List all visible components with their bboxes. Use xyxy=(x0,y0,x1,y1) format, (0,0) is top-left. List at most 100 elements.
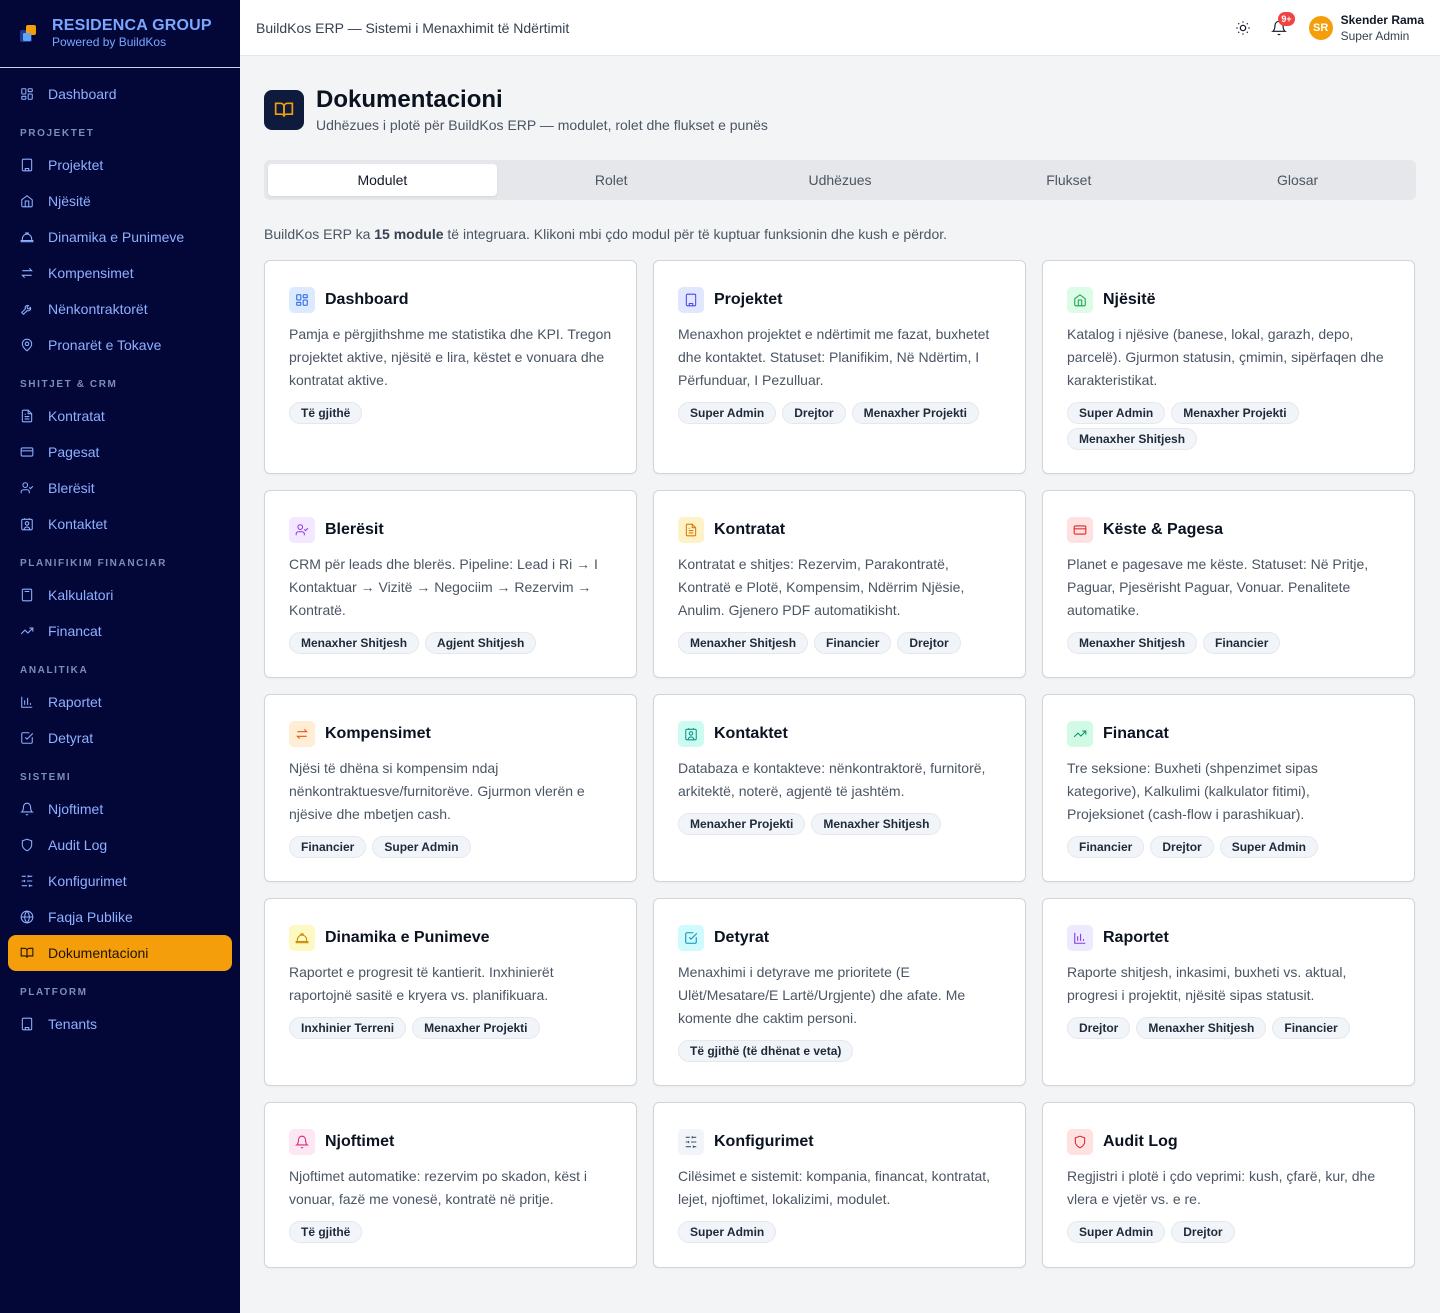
module-card-kontratat[interactable]: Kontratat Kontratat e shitjes: Rezervim, … xyxy=(653,490,1026,678)
theme-toggle-button[interactable] xyxy=(1225,10,1261,46)
role-chips: Menaxher Shitjesh Agjent Shitjesh xyxy=(289,632,612,654)
module-description: Menaxhon projektet e ndërtimit me fazat,… xyxy=(678,326,990,388)
sidebar-item-njoftimet[interactable]: Njoftimet xyxy=(0,791,232,827)
brand-logo-icon xyxy=(20,24,38,43)
sidebar-item-label: Projektet xyxy=(48,157,104,173)
sidebar-item-bleresit[interactable]: Blerësit xyxy=(0,470,232,506)
role-chip: Menaxher Projekti xyxy=(851,402,979,424)
sidebar-item-pagesat[interactable]: Pagesat xyxy=(0,434,232,470)
tab-bar: Modulet Rolet Udhëzues Flukset Glosar xyxy=(264,160,1416,200)
role-chip: Menaxher Projekti xyxy=(412,1017,540,1039)
role-chip: Të gjithë (të dhënat e veta) xyxy=(678,1040,854,1062)
role-chip: Menaxher Shitjesh xyxy=(678,632,809,654)
role-chips: Drejtor Menaxher Shitjesh Financier xyxy=(1067,1017,1390,1039)
module-card-keste-pagesa[interactable]: Këste & Pagesa Planet e pagesave me këste… xyxy=(1042,490,1415,678)
role-chip: Super Admin xyxy=(1219,836,1318,858)
sidebar-item-dinamika-e-punimeve[interactable]: Dinamika e Punimeve xyxy=(0,219,232,255)
user-check-icon xyxy=(289,517,315,543)
shield-icon xyxy=(1067,1129,1093,1155)
module-card-raportet[interactable]: Raportet Raporte shitjesh, inkasimi, buxh… xyxy=(1042,898,1415,1086)
module-card-njoftimet[interactable]: Njoftimet Njoftimet automatike: rezervim … xyxy=(264,1102,637,1268)
page-title: Dokumentacioni xyxy=(316,86,503,113)
role-chip: Super Admin xyxy=(372,836,471,858)
role-chip: Drejtor xyxy=(1150,836,1214,858)
role-chip: Menaxher Shitjesh xyxy=(1067,632,1198,654)
brand-subtitle: Powered by BuildKos xyxy=(52,35,167,49)
shield-icon xyxy=(20,838,34,852)
tab-modulet[interactable]: Modulet xyxy=(268,164,497,196)
sidebar-item-faqja-publike[interactable]: Faqja Publike xyxy=(0,899,232,935)
sidebar-item-njesite[interactable]: Njësitë xyxy=(0,183,232,219)
sidebar-item-audit-log[interactable]: Audit Log xyxy=(0,827,232,863)
tab-glosar[interactable]: Glosar xyxy=(1183,164,1412,196)
role-chips: Menaxher Projekti Menaxher Shitjesh xyxy=(678,813,1001,835)
module-card-kontaktet[interactable]: Kontaktet Databaza e kontakteve: nënkontr… xyxy=(653,694,1026,882)
modules-intro: BuildKos ERP ka 15 module të integruara.… xyxy=(264,226,1416,242)
module-description: Cilësimet e sistemit: kompania, financat… xyxy=(678,1168,991,1207)
book-icon xyxy=(264,90,304,130)
notifications-button[interactable]: 9+ xyxy=(1261,10,1297,46)
module-title: Kontaktet xyxy=(714,725,788,742)
module-card-kompensimet[interactable]: Kompensimet Njësi të dhëna si kompensim n… xyxy=(264,694,637,882)
module-card-audit-log[interactable]: Audit Log Regjistri i plotë i çdo veprimi… xyxy=(1042,1102,1415,1268)
module-card-projektet[interactable]: Projektet Menaxhon projektet e ndërtimit … xyxy=(653,260,1026,474)
user-menu[interactable]: Skender Rama Super Admin xyxy=(1341,12,1424,44)
role-chip: Menaxher Shitjesh xyxy=(289,632,420,654)
module-description: Planet e pagesave me këste. Statuset: Në… xyxy=(1067,556,1369,618)
sidebar-item-kompensimet[interactable]: Kompensimet xyxy=(0,255,232,291)
module-title: Audit Log xyxy=(1103,1133,1178,1150)
map-pin-icon xyxy=(20,338,34,352)
sidebar-item-kontaktet[interactable]: Kontaktet xyxy=(0,506,232,542)
sidebar-item-nenkontraktoret[interactable]: Nënkontraktorët xyxy=(0,291,232,327)
sidebar-item-label: Njoftimet xyxy=(48,801,104,817)
module-title: Njoftimet xyxy=(325,1133,395,1150)
role-chip: Agjent Shitjesh xyxy=(425,632,537,654)
sidebar-item-dokumentacioni[interactable]: Dokumentacioni xyxy=(8,935,232,971)
module-title: Detyrat xyxy=(714,929,770,946)
sidebar-item-label: Faqja Publike xyxy=(48,909,133,925)
top-header: BuildKos ERP — Sistemi i Menaxhimit të N… xyxy=(240,0,1440,56)
sidebar-section-title: SISTEMI xyxy=(20,772,72,783)
module-card-dashboard[interactable]: Dashboard Pamja e përgjithshme me statist… xyxy=(264,260,637,474)
module-title: Kontratat xyxy=(714,521,786,538)
sidebar-item-kalkulatori[interactable]: Kalkulatori xyxy=(0,577,232,613)
role-chip: Super Admin xyxy=(1067,402,1166,424)
credit-card-icon xyxy=(20,445,34,459)
sidebar-item-label: Raportet xyxy=(48,694,102,710)
sidebar-item-dashboard[interactable]: Dashboard xyxy=(0,76,232,112)
role-chip: Financier xyxy=(1067,836,1145,858)
sidebar-item-kontratat[interactable]: Kontratat xyxy=(0,398,232,434)
sidebar-item-label: Pagesat xyxy=(48,444,100,460)
avatar[interactable]: SR xyxy=(1308,15,1333,40)
module-card-detyrat[interactable]: Detyrat Menaxhimi i detyrave me prioritet… xyxy=(653,898,1026,1086)
module-description: Raporte shitjesh, inkasimi, buxheti vs. … xyxy=(1067,964,1347,1003)
module-card-njesite[interactable]: Njësitë Katalog i njësive (banese, lokal,… xyxy=(1042,260,1415,474)
sidebar-item-detyrat[interactable]: Detyrat xyxy=(0,720,232,756)
sidebar-item-projektet[interactable]: Projektet xyxy=(0,147,232,183)
sidebar-item-konfigurimet[interactable]: Konfigurimet xyxy=(0,863,232,899)
brand[interactable]: RESIDENCA GROUP Powered by BuildKos xyxy=(0,0,240,68)
tab-rolet[interactable]: Rolet xyxy=(497,164,726,196)
module-description: Kontratat e shitjes: Rezervim, Parakontr… xyxy=(678,556,965,618)
module-card-konfigurimet[interactable]: Konfigurimet Cilësimet e sistemit: kompan… xyxy=(653,1102,1026,1268)
module-description: CRM për leads dhe blerës. Pipeline: Lead… xyxy=(289,556,598,618)
building-icon xyxy=(20,1017,34,1031)
sidebar-item-label: Kompensimet xyxy=(48,265,134,281)
sidebar-section-title: ANALITIKA xyxy=(20,665,89,676)
role-chips: Menaxher Shitjesh Financier Drejtor xyxy=(678,632,1001,654)
module-card-bleresit[interactable]: Blerësit CRM për leads dhe blerës. Pipeli… xyxy=(264,490,637,678)
contact-icon xyxy=(20,517,34,531)
role-chips: Super Admin Menaxher Projekti Menaxher Shi… xyxy=(1067,402,1390,450)
module-card-financat[interactable]: Financat Tre seksione: Buxheti (shpenzime… xyxy=(1042,694,1415,882)
sidebar-section-title: PLATFORM xyxy=(20,987,88,998)
sidebar-item-pronaret-e-tokave[interactable]: Pronarët e Tokave xyxy=(0,327,232,363)
tab-udhezues[interactable]: Udhëzues xyxy=(726,164,955,196)
role-chip: Drejtor xyxy=(782,402,846,424)
sidebar-item-tenants[interactable]: Tenants xyxy=(0,1006,232,1042)
main-content: Dokumentacioni Udhëzues i plotë për Buil… xyxy=(264,56,1416,1284)
sidebar-item-raportet[interactable]: Raportet xyxy=(0,684,232,720)
tab-flukset[interactable]: Flukset xyxy=(954,164,1183,196)
sun-icon xyxy=(1235,20,1250,35)
sidebar-item-financat[interactable]: Financat xyxy=(0,613,232,649)
module-card-dinamika-e-punimeve[interactable]: Dinamika e Punimeve Raportet e progresit … xyxy=(264,898,637,1086)
